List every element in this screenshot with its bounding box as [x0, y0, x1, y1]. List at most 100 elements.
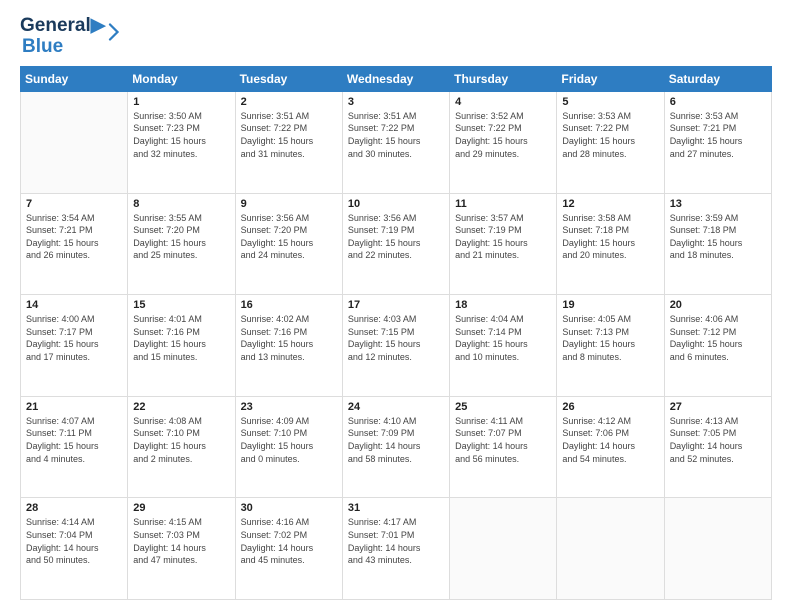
- cell-content: Sunrise: 4:00 AM Sunset: 7:17 PM Dayligh…: [26, 313, 122, 363]
- cell-content: Sunrise: 4:03 AM Sunset: 7:15 PM Dayligh…: [348, 313, 444, 363]
- calendar-cell: 11 Sunrise: 3:57 AM Sunset: 7:19 PM Dayli…: [450, 193, 557, 295]
- calendar-cell: [664, 498, 771, 600]
- weekday-header-row: SundayMondayTuesdayWednesdayThursdayFrid…: [21, 66, 772, 91]
- cell-content: Sunrise: 3:54 AM Sunset: 7:21 PM Dayligh…: [26, 212, 122, 262]
- calendar-cell: 24Sunrise: 4:10 AM Sunset: 7:09 PM Dayli…: [342, 396, 449, 498]
- calendar-cell: 2Sunrise: 3:51 AM Sunset: 7:22 PM Daylig…: [235, 91, 342, 193]
- day-number: 25: [455, 401, 551, 413]
- day-number: 11: [455, 198, 551, 210]
- logo-blue: Blue: [22, 37, 105, 56]
- cell-content: Sunrise: 4:17 AM Sunset: 7:01 PM Dayligh…: [348, 516, 444, 566]
- day-number: 2: [241, 96, 337, 108]
- cell-content: Sunrise: 3:53 AM Sunset: 7:21 PM Dayligh…: [670, 110, 766, 160]
- calendar-cell: 22 Sunrise: 4:08 AM Sunset: 7:10 PM Dayli…: [128, 396, 235, 498]
- day-number: 6: [670, 96, 766, 108]
- day-number: 19: [562, 299, 658, 311]
- weekday-wednesday: Wednesday: [342, 66, 449, 91]
- calendar-cell: 25 Sunrise: 4:11 AM Sunset: 7:07 PM Dayli…: [450, 396, 557, 498]
- cell-content: Sunrise: 4:09 AM Sunset: 7:10 PM Dayligh…: [241, 415, 337, 465]
- calendar-cell: 18 Sunrise: 4:04 AM Sunset: 7:14 PM Dayli…: [450, 295, 557, 397]
- cell-content: Sunrise: 4:12 AM Sunset: 7:06 PM Dayligh…: [562, 415, 658, 465]
- day-number: 21: [26, 401, 122, 413]
- day-number: 31: [348, 502, 444, 514]
- day-number: 10: [348, 198, 444, 210]
- calendar-cell: 16 Sunrise: 4:02 AM Sunset: 7:16 PM Dayli…: [235, 295, 342, 397]
- cell-content: Sunrise: 3:55 AM Sunset: 7:20 PM Dayligh…: [133, 212, 229, 262]
- page: General▶ Blue SundayMondayTuesdayWednesd…: [0, 0, 792, 612]
- calendar-cell: [450, 498, 557, 600]
- calendar-cell: 30 Sunrise: 4:16 AM Sunset: 7:02 PM Dayli…: [235, 498, 342, 600]
- cell-content: Sunrise: 3:51 AM Sunset: 7:22 PM Dayligh…: [348, 110, 444, 160]
- day-number: 12: [562, 198, 658, 210]
- weekday-monday: Monday: [128, 66, 235, 91]
- day-number: 27: [670, 401, 766, 413]
- cell-content: Sunrise: 4:15 AM Sunset: 7:03 PM Dayligh…: [133, 516, 229, 566]
- day-number: 3: [348, 96, 444, 108]
- calendar-cell: 15 Sunrise: 4:01 AM Sunset: 7:16 PM Dayli…: [128, 295, 235, 397]
- weekday-thursday: Thursday: [450, 66, 557, 91]
- cell-content: Sunrise: 4:05 AM Sunset: 7:13 PM Dayligh…: [562, 313, 658, 363]
- day-number: 20: [670, 299, 766, 311]
- cell-content: Sunrise: 3:59 AM Sunset: 7:18 PM Dayligh…: [670, 212, 766, 262]
- calendar-cell: 7Sunrise: 3:54 AM Sunset: 7:21 PM Daylig…: [21, 193, 128, 295]
- cell-content: Sunrise: 3:58 AM Sunset: 7:18 PM Dayligh…: [562, 212, 658, 262]
- cell-content: Sunrise: 3:56 AM Sunset: 7:19 PM Dayligh…: [348, 212, 444, 262]
- day-number: 29: [133, 502, 229, 514]
- day-number: 4: [455, 96, 551, 108]
- calendar-cell: 14 Sunrise: 4:00 AM Sunset: 7:17 PM Dayli…: [21, 295, 128, 397]
- calendar-week-5: 28Sunrise: 4:14 AM Sunset: 7:04 PM Dayli…: [21, 498, 772, 600]
- calendar-week-2: 7Sunrise: 3:54 AM Sunset: 7:21 PM Daylig…: [21, 193, 772, 295]
- weekday-tuesday: Tuesday: [235, 66, 342, 91]
- day-number: 9: [241, 198, 337, 210]
- day-number: 1: [133, 96, 229, 108]
- cell-content: Sunrise: 4:07 AM Sunset: 7:11 PM Dayligh…: [26, 415, 122, 465]
- day-number: 16: [241, 299, 337, 311]
- calendar-cell: 23Sunrise: 4:09 AM Sunset: 7:10 PM Dayli…: [235, 396, 342, 498]
- calendar-cell: 10 Sunrise: 3:56 AM Sunset: 7:19 PM Dayli…: [342, 193, 449, 295]
- cell-content: Sunrise: 4:02 AM Sunset: 7:16 PM Dayligh…: [241, 313, 337, 363]
- calendar-cell: 28Sunrise: 4:14 AM Sunset: 7:04 PM Dayli…: [21, 498, 128, 600]
- cell-content: Sunrise: 4:16 AM Sunset: 7:02 PM Dayligh…: [241, 516, 337, 566]
- cell-content: Sunrise: 4:01 AM Sunset: 7:16 PM Dayligh…: [133, 313, 229, 363]
- logo-text: General▶: [20, 16, 105, 37]
- day-number: 26: [562, 401, 658, 413]
- day-number: 22: [133, 401, 229, 413]
- header: General▶ Blue: [20, 16, 772, 56]
- cell-content: Sunrise: 4:08 AM Sunset: 7:10 PM Dayligh…: [133, 415, 229, 465]
- calendar-week-3: 14 Sunrise: 4:00 AM Sunset: 7:17 PM Dayli…: [21, 295, 772, 397]
- cell-content: Sunrise: 4:10 AM Sunset: 7:09 PM Dayligh…: [348, 415, 444, 465]
- cell-content: Sunrise: 3:57 AM Sunset: 7:19 PM Dayligh…: [455, 212, 551, 262]
- day-number: 13: [670, 198, 766, 210]
- calendar-cell: [557, 498, 664, 600]
- calendar-cell: 26 Sunrise: 4:12 AM Sunset: 7:06 PM Dayli…: [557, 396, 664, 498]
- day-number: 8: [133, 198, 229, 210]
- cell-content: Sunrise: 3:53 AM Sunset: 7:22 PM Dayligh…: [562, 110, 658, 160]
- calendar-cell: 4Sunrise: 3:52 AM Sunset: 7:22 PM Daylig…: [450, 91, 557, 193]
- calendar-cell: 20 Sunrise: 4:06 AM Sunset: 7:12 PM Dayli…: [664, 295, 771, 397]
- day-number: 15: [133, 299, 229, 311]
- calendar-week-4: 21 Sunrise: 4:07 AM Sunset: 7:11 PM Dayli…: [21, 396, 772, 498]
- calendar-cell: 13 Sunrise: 3:59 AM Sunset: 7:18 PM Dayli…: [664, 193, 771, 295]
- calendar-cell: 27Sunrise: 4:13 AM Sunset: 7:05 PM Dayli…: [664, 396, 771, 498]
- day-number: 14: [26, 299, 122, 311]
- weekday-friday: Friday: [557, 66, 664, 91]
- calendar-week-1: 1 Sunrise: 3:50 AM Sunset: 7:23 PM Daylig…: [21, 91, 772, 193]
- calendar-cell: 19 Sunrise: 4:05 AM Sunset: 7:13 PM Dayli…: [557, 295, 664, 397]
- cell-content: Sunrise: 4:04 AM Sunset: 7:14 PM Dayligh…: [455, 313, 551, 363]
- calendar-cell: 6 Sunrise: 3:53 AM Sunset: 7:21 PM Daylig…: [664, 91, 771, 193]
- day-number: 28: [26, 502, 122, 514]
- calendar-cell: 9Sunrise: 3:56 AM Sunset: 7:20 PM Daylig…: [235, 193, 342, 295]
- day-number: 18: [455, 299, 551, 311]
- calendar-cell: 8 Sunrise: 3:55 AM Sunset: 7:20 PM Daylig…: [128, 193, 235, 295]
- cell-content: Sunrise: 4:06 AM Sunset: 7:12 PM Dayligh…: [670, 313, 766, 363]
- calendar-cell: 5 Sunrise: 3:53 AM Sunset: 7:22 PM Daylig…: [557, 91, 664, 193]
- day-number: 5: [562, 96, 658, 108]
- weekday-sunday: Sunday: [21, 66, 128, 91]
- day-number: 30: [241, 502, 337, 514]
- calendar-cell: 12 Sunrise: 3:58 AM Sunset: 7:18 PM Dayli…: [557, 193, 664, 295]
- logo-icon: [101, 23, 119, 41]
- cell-content: Sunrise: 3:50 AM Sunset: 7:23 PM Dayligh…: [133, 110, 229, 160]
- calendar-table: SundayMondayTuesdayWednesdayThursdayFrid…: [20, 66, 772, 600]
- calendar-cell: 31 Sunrise: 4:17 AM Sunset: 7:01 PM Dayli…: [342, 498, 449, 600]
- cell-content: Sunrise: 4:11 AM Sunset: 7:07 PM Dayligh…: [455, 415, 551, 465]
